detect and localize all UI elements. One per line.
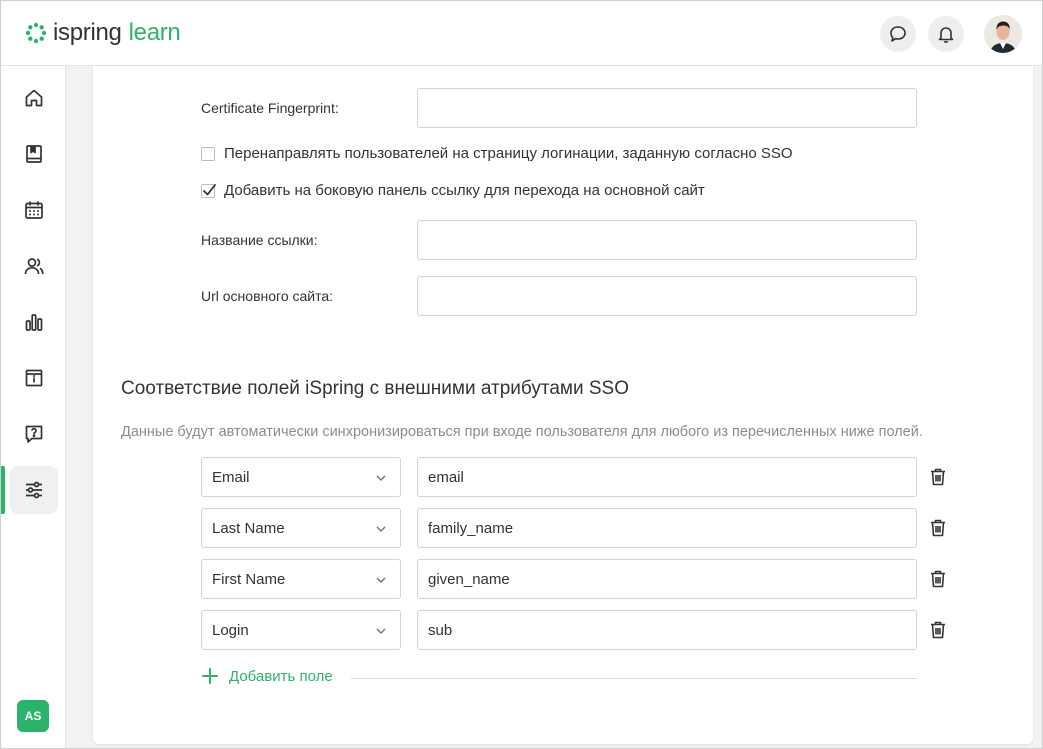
sidebar-link-option[interactable]: Добавить на боковую панель ссылку для пе… — [201, 182, 705, 200]
attribute-input-value: family_name — [428, 519, 514, 537]
field-select[interactable]: First Name — [201, 559, 401, 599]
sidebar-link-checkbox-label: Добавить на боковую панель ссылку для пе… — [224, 182, 705, 199]
sliders-icon — [26, 481, 42, 499]
attribute-input-value: sub — [428, 621, 453, 639]
logo-word-ispring: ispring — [53, 19, 122, 46]
question-chat-icon — [25, 425, 43, 443]
field-select[interactable]: Last Name — [201, 508, 401, 548]
bar-chart-icon — [25, 314, 43, 331]
sidebar-item-home[interactable] — [10, 74, 58, 122]
sidebar-item-courses[interactable] — [10, 130, 58, 178]
user-initials-badge[interactable]: AS — [17, 700, 49, 732]
chevron-down-icon — [376, 475, 386, 482]
link-name-label: Название ссылки: — [201, 232, 318, 248]
add-field-divider — [351, 678, 917, 679]
trash-icon[interactable] — [927, 568, 949, 590]
book-icon — [26, 145, 42, 163]
logo-icon — [25, 22, 47, 44]
sidebar-item-help[interactable] — [10, 410, 58, 458]
attribute-input[interactable]: email — [417, 457, 917, 497]
mapping-row: Email email — [201, 457, 961, 497]
attribute-input[interactable]: sub — [417, 610, 917, 650]
sidebar-item-users[interactable] — [10, 242, 58, 290]
attribute-input[interactable]: given_name — [417, 559, 917, 599]
redirect-checkbox-label: Перенаправлять пользователей на страницу… — [224, 145, 793, 162]
add-field-button[interactable]: Добавить поле — [201, 667, 333, 685]
redirect-to-sso-login-option[interactable]: Перенаправлять пользователей на страницу… — [201, 145, 793, 163]
site-url-label: Url основного сайта: — [201, 288, 334, 304]
chat-button[interactable] — [880, 16, 916, 52]
mapping-row: First Name given_name — [201, 559, 961, 599]
info-board-icon — [25, 369, 43, 387]
redirect-checkbox[interactable] — [201, 147, 215, 161]
notifications-button[interactable] — [928, 16, 964, 52]
app-window: ispring learn AS Certificate Fingerprint… — [0, 0, 1043, 749]
ispring-learn-logo[interactable]: ispring learn — [25, 19, 181, 47]
chat-icon — [890, 26, 906, 42]
chevron-down-icon — [376, 577, 386, 584]
attribute-input[interactable]: family_name — [417, 508, 917, 548]
sso-mapping-title: Соответствие полей iSpring с внешними ат… — [121, 378, 629, 399]
cert-fingerprint-label: Certificate Fingerprint: — [201, 100, 339, 116]
field-select-value: Last Name — [212, 519, 285, 537]
field-select[interactable]: Login — [201, 610, 401, 650]
cert-fingerprint-input[interactable] — [417, 88, 917, 128]
mapping-row: Login sub — [201, 610, 961, 650]
trash-icon[interactable] — [927, 466, 949, 488]
calendar-icon — [25, 201, 43, 219]
link-name-input[interactable] — [417, 220, 917, 260]
top-bar: ispring learn — [1, 1, 1042, 66]
settings-card: Certificate Fingerprint: Перенаправлять … — [93, 66, 1033, 744]
sidebar-item-reports[interactable] — [10, 298, 58, 346]
user-avatar[interactable] — [984, 15, 1022, 53]
checkmark-icon — [203, 184, 216, 196]
avatar-portrait-icon — [984, 15, 1022, 53]
bell-icon — [938, 27, 954, 43]
sidebar-active-indicator — [1, 466, 5, 514]
sidebar-item-info[interactable] — [10, 354, 58, 402]
chevron-down-icon — [376, 526, 386, 533]
mapping-row: Last Name family_name — [201, 508, 961, 548]
field-select-value: First Name — [212, 570, 286, 588]
trash-icon[interactable] — [927, 619, 949, 641]
site-url-input[interactable] — [417, 276, 917, 316]
users-icon — [24, 258, 44, 275]
field-select[interactable]: Email — [201, 457, 401, 497]
logo-text: ispring learn — [53, 19, 181, 47]
sso-mapping-description: Данные будут автоматически синхронизиров… — [121, 424, 923, 440]
logo-word-learn: learn — [128, 19, 181, 46]
trash-icon[interactable] — [927, 517, 949, 539]
plus-icon — [202, 668, 218, 684]
add-field-label: Добавить поле — [229, 667, 333, 685]
attribute-input-value: email — [428, 468, 464, 486]
field-select-value: Login — [212, 621, 249, 639]
sidebar: AS — [1, 66, 66, 748]
chevron-down-icon — [376, 628, 386, 635]
attribute-input-value: given_name — [428, 570, 510, 588]
sidebar-item-settings[interactable] — [10, 466, 58, 514]
field-select-value: Email — [212, 468, 250, 486]
sidebar-item-calendar[interactable] — [10, 186, 58, 234]
sidebar-link-checkbox[interactable] — [201, 184, 216, 198]
home-icon — [25, 89, 43, 107]
